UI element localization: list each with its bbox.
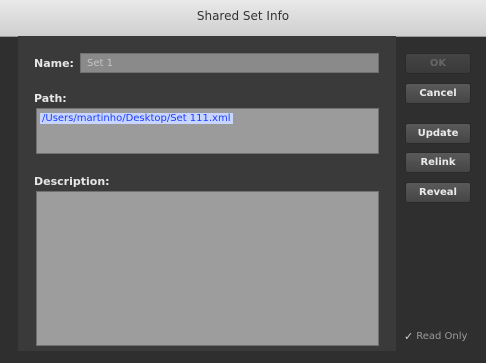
name-field[interactable]: Set 1 xyxy=(80,53,379,73)
ok-button[interactable]: OK xyxy=(405,53,471,74)
cancel-button[interactable]: Cancel xyxy=(405,83,471,104)
checkmark-icon: ✓ xyxy=(404,330,414,343)
description-field[interactable] xyxy=(36,191,379,346)
dialog-window: Shared Set Info Name: Set 1 Path: /Users… xyxy=(0,0,486,363)
description-label: Description: xyxy=(34,175,110,188)
window-title: Shared Set Info xyxy=(196,9,290,23)
path-label: Path: xyxy=(34,92,67,105)
read-only-label: Read Only xyxy=(416,331,468,342)
path-field[interactable]: /Users/martinho/Desktop/Set 111.xml xyxy=(36,108,379,154)
relink-button[interactable]: Relink xyxy=(405,152,471,173)
update-button[interactable]: Update xyxy=(405,123,471,144)
read-only-checkbox[interactable]: ✓ Read Only xyxy=(404,330,467,343)
name-label: Name: xyxy=(34,57,74,70)
path-value: /Users/martinho/Desktop/Set 111.xml xyxy=(40,113,233,124)
reveal-button[interactable]: Reveal xyxy=(405,182,471,203)
title-bar: Shared Set Info xyxy=(0,0,486,37)
